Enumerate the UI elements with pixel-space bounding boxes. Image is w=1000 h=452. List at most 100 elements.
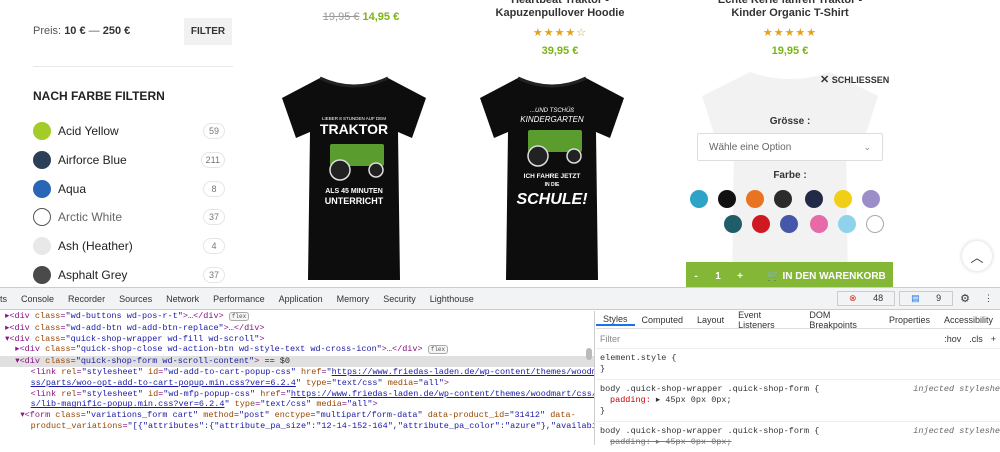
color-swatch [33, 151, 51, 169]
count-badge: 211 [200, 152, 225, 168]
error-count-badge[interactable]: ⊗ 48 [837, 291, 896, 306]
shirt-print-line: UNTERRICHT [325, 196, 384, 206]
elements-tree[interactable]: ▸<div class="wd-buttons wd-pos-r-t">…</d… [0, 311, 594, 445]
size-select[interactable]: Wähle eine Option ⌄ [697, 133, 883, 161]
chevron-down-icon: ⌄ [863, 141, 871, 152]
color-filter-acid-yellow[interactable]: Acid Yellow 59 [33, 121, 225, 141]
tab-event-listeners[interactable]: Event Listeners [731, 310, 802, 330]
cart-icon: 🛒 [767, 270, 780, 282]
color-filter-arctic-white[interactable]: Arctic White 37 [33, 207, 225, 227]
color-option-swatch[interactable] [746, 190, 764, 208]
color-filter-aqua[interactable]: Aqua 8 [33, 179, 225, 199]
qty-input[interactable]: 1 [706, 271, 730, 282]
tab-accessibility[interactable]: Accessibility [937, 315, 1000, 325]
color-option-swatch[interactable] [718, 190, 736, 208]
tab-sources[interactable]: Sources [112, 294, 159, 304]
hover-state-toggle[interactable]: :hov [944, 334, 961, 344]
css-selector[interactable]: body .quick-shop-wrapper .quick-shop-for… [600, 426, 819, 436]
styles-tab-bar: Styles Computed Layout Event Listeners D… [596, 310, 1000, 330]
shirt-print-line: ICH FAHRE JETZT [524, 173, 581, 180]
divider [33, 66, 233, 67]
tab-lighthouse[interactable]: Lighthouse [423, 294, 481, 304]
add-rule-icon[interactable]: + [991, 334, 996, 344]
color-filter-airforce-blue[interactable]: Airforce Blue 211 [33, 150, 225, 170]
color-option-swatch[interactable] [724, 215, 742, 233]
quick-shop-close-button[interactable]: ✕ SCHLIESSEN [820, 73, 889, 86]
shirt-print-line: KINDERGARTEN [520, 115, 584, 124]
qty-plus-button[interactable]: + [730, 271, 750, 282]
count-badge: 37 [203, 267, 225, 283]
shirt-print-line: ...UND TSCHÜß [530, 107, 574, 114]
product-title[interactable]: Echte Kerle fahren Traktor - Kinder Orga… [700, 0, 880, 20]
add-to-cart-bar: - 1 + 🛒 IN DEN WARENKORB [686, 262, 893, 290]
class-toggle[interactable]: .cls [969, 334, 983, 344]
color-label: Farbe : [773, 170, 807, 181]
color-option-swatch[interactable] [838, 215, 856, 233]
color-option-swatch[interactable] [834, 190, 852, 208]
count-badge: 37 [203, 209, 225, 225]
color-filter-ash-heather[interactable]: Ash (Heather) 4 [33, 236, 225, 256]
panel-divider[interactable] [594, 311, 595, 445]
product-price: 19,95 € [771, 45, 809, 57]
styles-pane: Styles Computed Layout Event Listeners D… [596, 310, 1000, 447]
rule-source: injected styleshe [913, 426, 1000, 436]
element-style-rule[interactable]: element.style { [600, 353, 996, 364]
devtools-panel: ts Console Recorder Sources Network Perf… [0, 287, 1000, 447]
settings-gear-icon[interactable]: ⚙ [953, 292, 977, 305]
qty-minus-button[interactable]: - [686, 271, 706, 282]
product-image-traktor-shirt[interactable]: LIEBER 8 STUNDEN AUF DEM TRAKTOR ALS 45 … [280, 72, 428, 287]
color-filter-asphalt-grey[interactable]: Asphalt Grey 37 [33, 265, 225, 285]
count-badge: 4 [203, 238, 225, 254]
color-option-swatch[interactable] [862, 190, 880, 208]
color-option-swatch[interactable] [752, 215, 770, 233]
tab-console[interactable]: Console [14, 294, 61, 304]
shirt-print-line: SCHULE! [516, 191, 588, 208]
color-option-swatch[interactable] [780, 215, 798, 233]
css-selector[interactable]: body .quick-shop-wrapper .quick-shop-for… [600, 384, 819, 394]
elements-scrollbar[interactable] [586, 348, 592, 360]
tab-computed[interactable]: Computed [635, 315, 691, 325]
chevron-up-icon: ︿ [970, 249, 984, 265]
tab-styles[interactable]: Styles [596, 314, 635, 326]
color-option-swatch[interactable] [810, 215, 828, 233]
color-option-swatch[interactable] [805, 190, 823, 208]
color-option-swatch[interactable] [866, 215, 884, 233]
tab-network[interactable]: Network [159, 294, 206, 304]
rule-source: injected styleshe [913, 384, 1000, 394]
product-image-schule-shirt[interactable]: ...UND TSCHÜß KINDERGARTEN ICH FAHRE JET… [478, 72, 626, 287]
color-swatch [33, 266, 51, 284]
styles-filter-input[interactable]: Filter [600, 334, 944, 344]
tab-performance[interactable]: Performance [206, 294, 272, 304]
message-count-badge[interactable]: ▤ 9 [899, 291, 954, 306]
product-price: 39,95 € [541, 45, 579, 57]
shirt-print-line: IN DIE [545, 182, 560, 188]
tab-recorder[interactable]: Recorder [61, 294, 112, 304]
color-swatch [33, 237, 51, 255]
size-label: Grösse : [769, 116, 811, 127]
price-range-label: Preis: 10 € — 250 € [33, 25, 131, 37]
tab-layout[interactable]: Layout [690, 315, 731, 325]
tab-memory[interactable]: Memory [330, 294, 377, 304]
filter-button[interactable]: FILTER [184, 18, 232, 45]
tab-security[interactable]: Security [376, 294, 423, 304]
add-to-cart-button[interactable]: 🛒 IN DEN WARENKORB [750, 271, 893, 282]
product-title[interactable]: Heartbeat Traktor - Kapuzenpullover Hood… [470, 0, 650, 20]
color-swatch [33, 208, 51, 226]
color-filter-title: NACH FARBE FILTERN [33, 89, 165, 103]
tab-application[interactable]: Application [272, 294, 330, 304]
quick-shop-panel [680, 70, 900, 292]
scroll-to-top-button[interactable]: ︿ [962, 241, 992, 271]
color-option-swatch[interactable] [774, 190, 792, 208]
tab-dom-breakpoints[interactable]: DOM Breakpoints [802, 310, 882, 330]
tab-properties[interactable]: Properties [882, 315, 937, 325]
rating-stars: ★★★★★ [762, 27, 818, 39]
count-badge: 8 [203, 181, 225, 197]
color-option-swatch[interactable] [690, 190, 708, 208]
rating-stars: ★★★★☆ [532, 27, 588, 39]
tab-elements[interactable]: ts [0, 294, 14, 304]
color-swatch [33, 122, 51, 140]
close-icon: ✕ [820, 74, 830, 86]
color-swatch [33, 180, 51, 198]
shirt-print-line: TRAKTOR [320, 121, 388, 137]
more-options-icon[interactable]: ⋮ [977, 293, 1000, 304]
